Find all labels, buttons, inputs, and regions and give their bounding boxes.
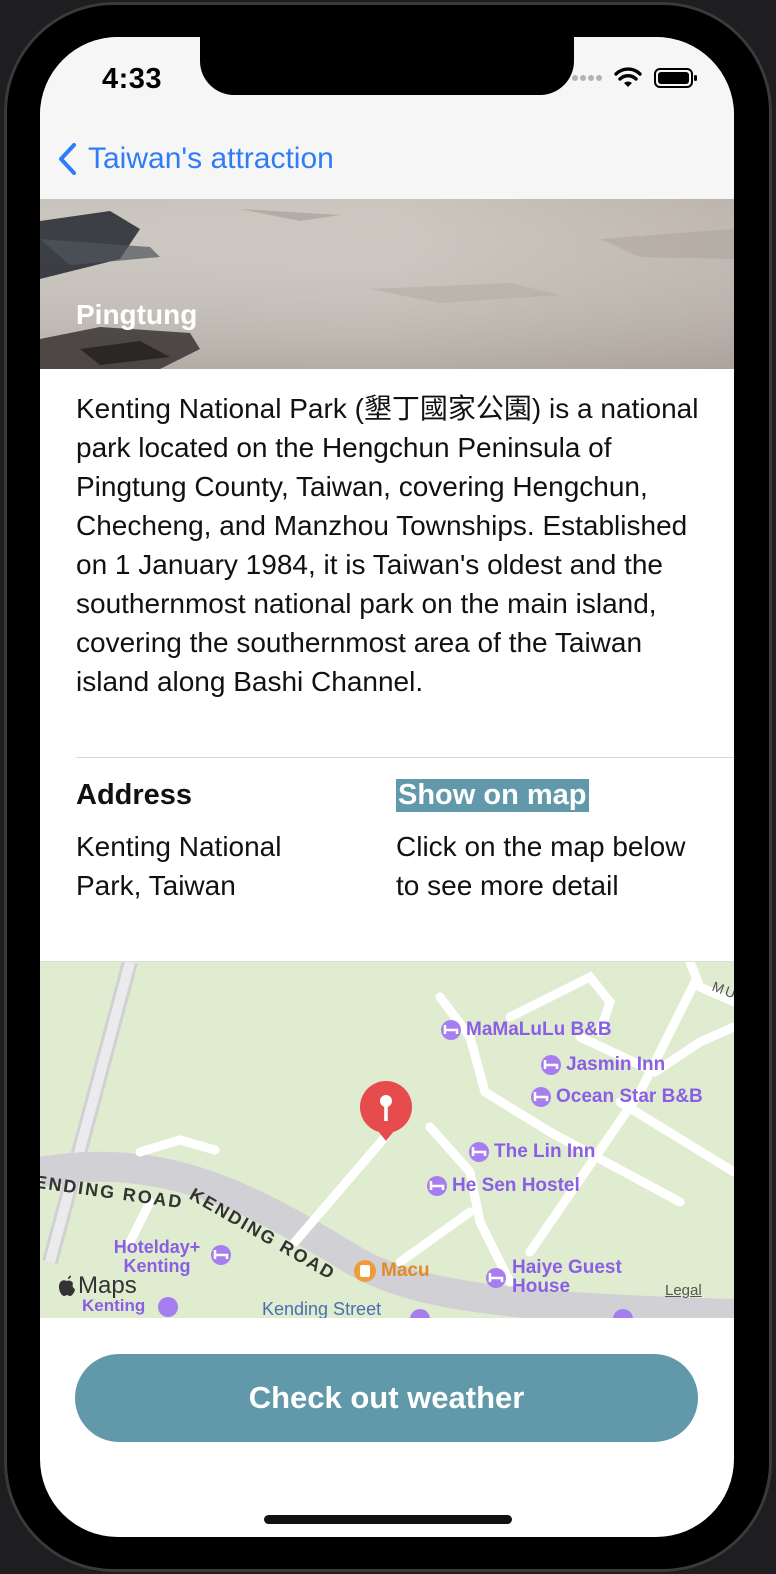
hero-image: Pingtung	[40, 199, 734, 369]
poi-label[interactable]: Ocean Star B&B	[556, 1086, 703, 1108]
poi-label[interactable]: He Sen Hostel	[452, 1175, 580, 1197]
wifi-icon	[614, 67, 642, 87]
status-time: 4:33	[102, 63, 163, 95]
back-button-label: Taiwan's attraction	[88, 142, 334, 175]
address-value: Kenting National Park, Taiwan	[76, 831, 282, 901]
poi-label[interactable]: Jasmin Inn	[566, 1054, 665, 1076]
check-weather-button[interactable]: Check out weather	[75, 1354, 698, 1442]
navigation-bar: Taiwan's attraction	[40, 137, 734, 199]
description-text: Kenting National Park (墾丁國家公園) is a nati…	[76, 393, 699, 697]
road-label: Kending Street	[262, 1299, 382, 1318]
status-icons	[572, 67, 698, 89]
map-view[interactable]: ENDING ROAD KENDING ROAD Kending Street …	[40, 962, 734, 1318]
poi-label[interactable]: Haiye Guest House	[512, 1258, 642, 1296]
back-button[interactable]: Taiwan's attraction	[56, 141, 334, 177]
phone-screen: 4:33 Taiwan's attraction Pingtung Kentin…	[40, 37, 734, 1537]
map-hint-text: Click on the map below to see more detai…	[396, 831, 686, 901]
hero-photo	[40, 199, 734, 369]
home-indicator	[264, 1515, 512, 1524]
legal-link[interactable]: Legal	[665, 1282, 702, 1299]
maps-attribution-label: Maps	[78, 1272, 137, 1299]
notch	[200, 37, 574, 95]
poi-label[interactable]: The Lin Inn	[494, 1141, 595, 1163]
battery-icon	[654, 68, 697, 88]
poi-label[interactable]: Macu	[381, 1260, 430, 1282]
apple-logo-icon	[59, 1275, 75, 1296]
show-on-map-heading: Show on map	[396, 779, 589, 812]
chevron-left-icon	[59, 143, 76, 175]
address-heading: Address	[76, 779, 193, 811]
hero-title: Pingtung	[76, 299, 198, 330]
divider	[76, 757, 734, 758]
signal-dots-icon	[572, 75, 602, 81]
poi-label[interactable]: Hotelday+ Kenting	[102, 1238, 212, 1276]
poi-label[interactable]: MaMaLuLu B&B	[466, 1019, 612, 1041]
maps-attribution: Maps	[58, 1272, 137, 1300]
